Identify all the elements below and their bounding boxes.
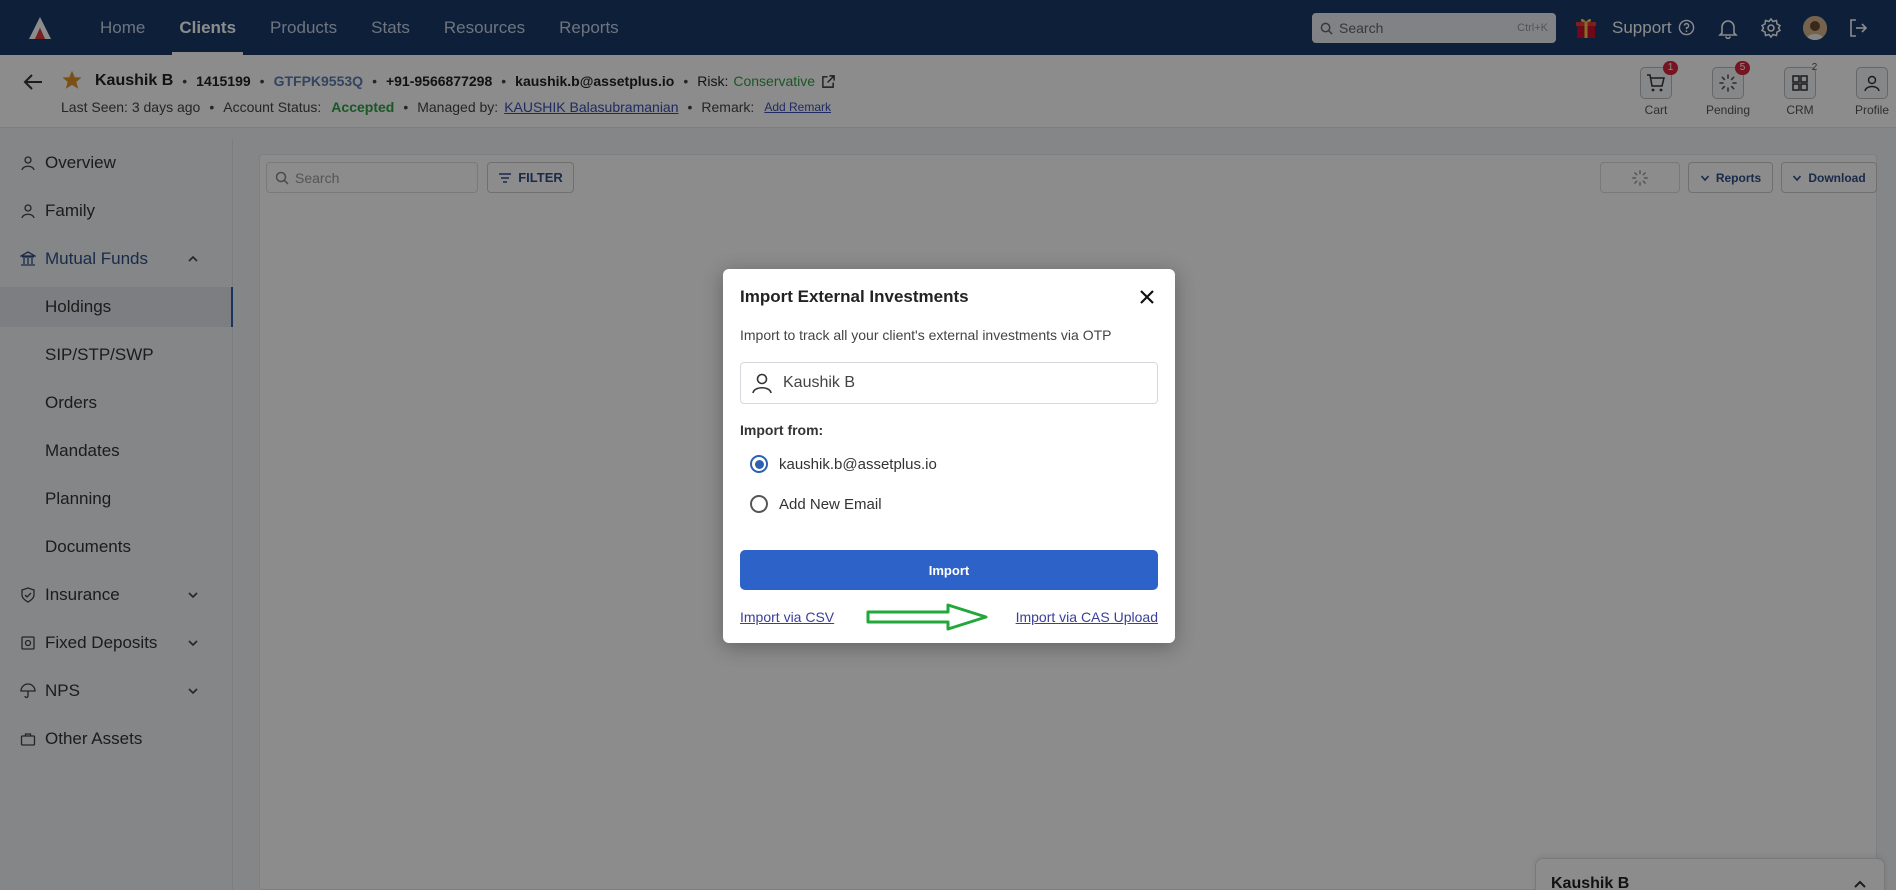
import-button[interactable]: Import bbox=[740, 550, 1158, 590]
import-external-investments-dialog: Import External Investments Import to tr… bbox=[723, 269, 1175, 643]
client-name-value: Kaushik B bbox=[783, 374, 856, 391]
radio-button-checked[interactable] bbox=[750, 455, 768, 473]
import-via-cas-upload-link[interactable]: Import via CAS Upload bbox=[1016, 609, 1158, 625]
person-icon bbox=[752, 373, 772, 394]
radio-label: Add New Email bbox=[779, 495, 882, 513]
dialog-subtitle: Import to track all your client's extern… bbox=[740, 327, 1112, 343]
annotation-arrow-icon bbox=[866, 603, 988, 631]
radio-option-existing-email[interactable]: kaushik.b@assetplus.io bbox=[740, 455, 937, 473]
radio-button[interactable] bbox=[750, 495, 768, 513]
import-via-csv-link[interactable]: Import via CSV bbox=[740, 609, 834, 625]
radio-label: kaushik.b@assetplus.io bbox=[779, 455, 937, 473]
radio-option-add-new-email[interactable]: Add New Email bbox=[740, 495, 882, 513]
close-icon[interactable] bbox=[1138, 288, 1156, 306]
client-name-field[interactable]: Kaushik B bbox=[740, 362, 1158, 404]
import-from-label: Import from: bbox=[740, 422, 824, 438]
dialog-title: Import External Investments bbox=[740, 287, 969, 306]
